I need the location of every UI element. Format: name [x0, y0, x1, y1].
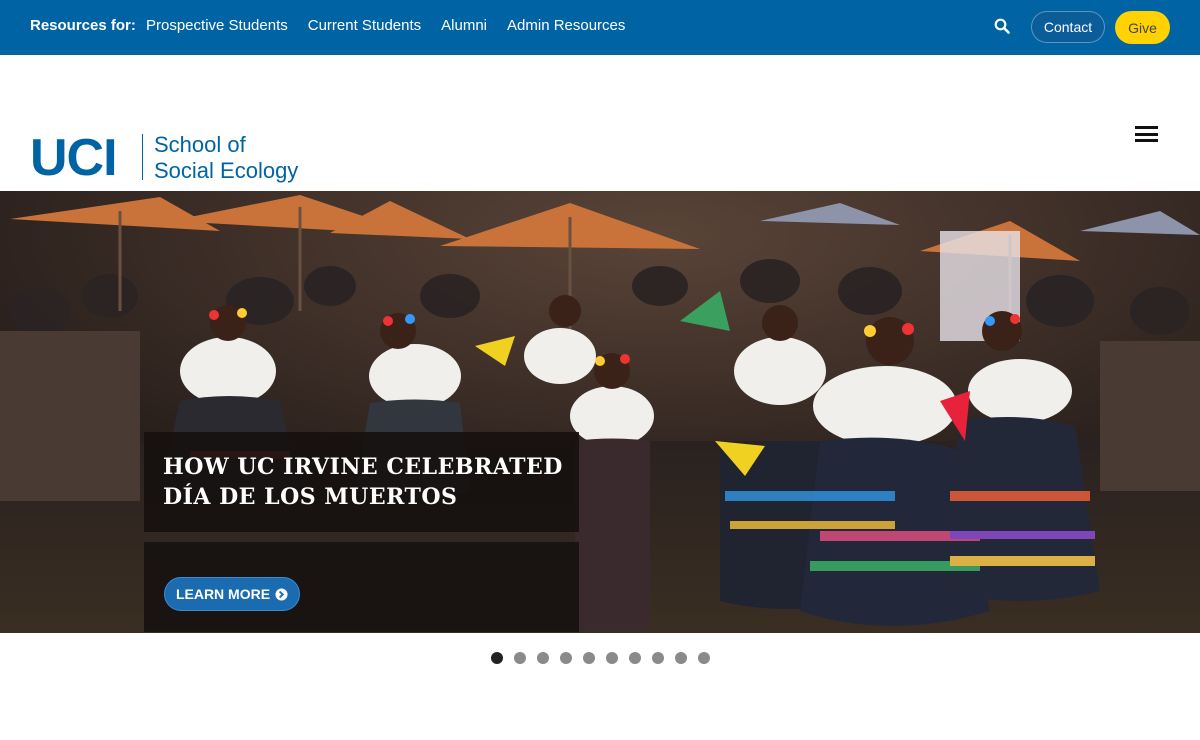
link-alumni[interactable]: Alumni	[441, 17, 487, 34]
carousel-dot-8[interactable]	[652, 652, 664, 664]
learn-more-button[interactable]: LEARN MORE	[164, 577, 300, 611]
resources-label: Resources for:	[30, 17, 136, 34]
carousel-dot-1[interactable]	[491, 652, 503, 664]
hero-headline-line1: HOW UC IRVINE CELEBRATED	[163, 454, 563, 480]
carousel-dot-3[interactable]	[537, 652, 549, 664]
arrow-circle-right-icon	[275, 587, 288, 601]
carousel-dot-6[interactable]	[606, 652, 618, 664]
school-name-line1: School of	[154, 132, 246, 157]
link-admin-resources[interactable]: Admin Resources	[507, 17, 625, 34]
carousel-pagination	[491, 652, 710, 664]
link-current-students[interactable]: Current Students	[308, 17, 421, 34]
uci-logo-mark: UCI	[30, 129, 118, 187]
hero-headline-line2: DÍA DE LOS MUERTOS	[163, 484, 458, 510]
give-button[interactable]: Give	[1115, 11, 1170, 44]
carousel-dot-5[interactable]	[583, 652, 595, 664]
cta-panel: LEARN MORE	[144, 542, 579, 632]
link-prospective-students[interactable]: Prospective Students	[146, 17, 288, 34]
carousel-dot-7[interactable]	[629, 652, 641, 664]
resources-links: Prospective Students Current Students Al…	[146, 17, 625, 34]
carousel-dot-9[interactable]	[675, 652, 687, 664]
menu-icon[interactable]	[1135, 126, 1158, 142]
school-name-line2: Social Ecology	[154, 158, 299, 183]
contact-button[interactable]: Contact	[1031, 11, 1105, 43]
headline-panel: HOW UC IRVINE CELEBRATED DÍA DE LOS MUER…	[144, 432, 579, 532]
search-icon[interactable]	[994, 18, 1010, 34]
carousel-dot-4[interactable]	[560, 652, 572, 664]
carousel-dot-2[interactable]	[514, 652, 526, 664]
school-name: School of Social Ecology	[154, 132, 298, 184]
carousel-dot-10[interactable]	[698, 652, 710, 664]
hero-headline[interactable]: HOW UC IRVINE CELEBRATED DÍA DE LOS MUER…	[163, 452, 563, 512]
logo-divider	[142, 134, 143, 180]
learn-more-label: LEARN MORE	[175, 586, 271, 602]
resources-bar: Resources for: Prospective Students Curr…	[0, 0, 1200, 55]
